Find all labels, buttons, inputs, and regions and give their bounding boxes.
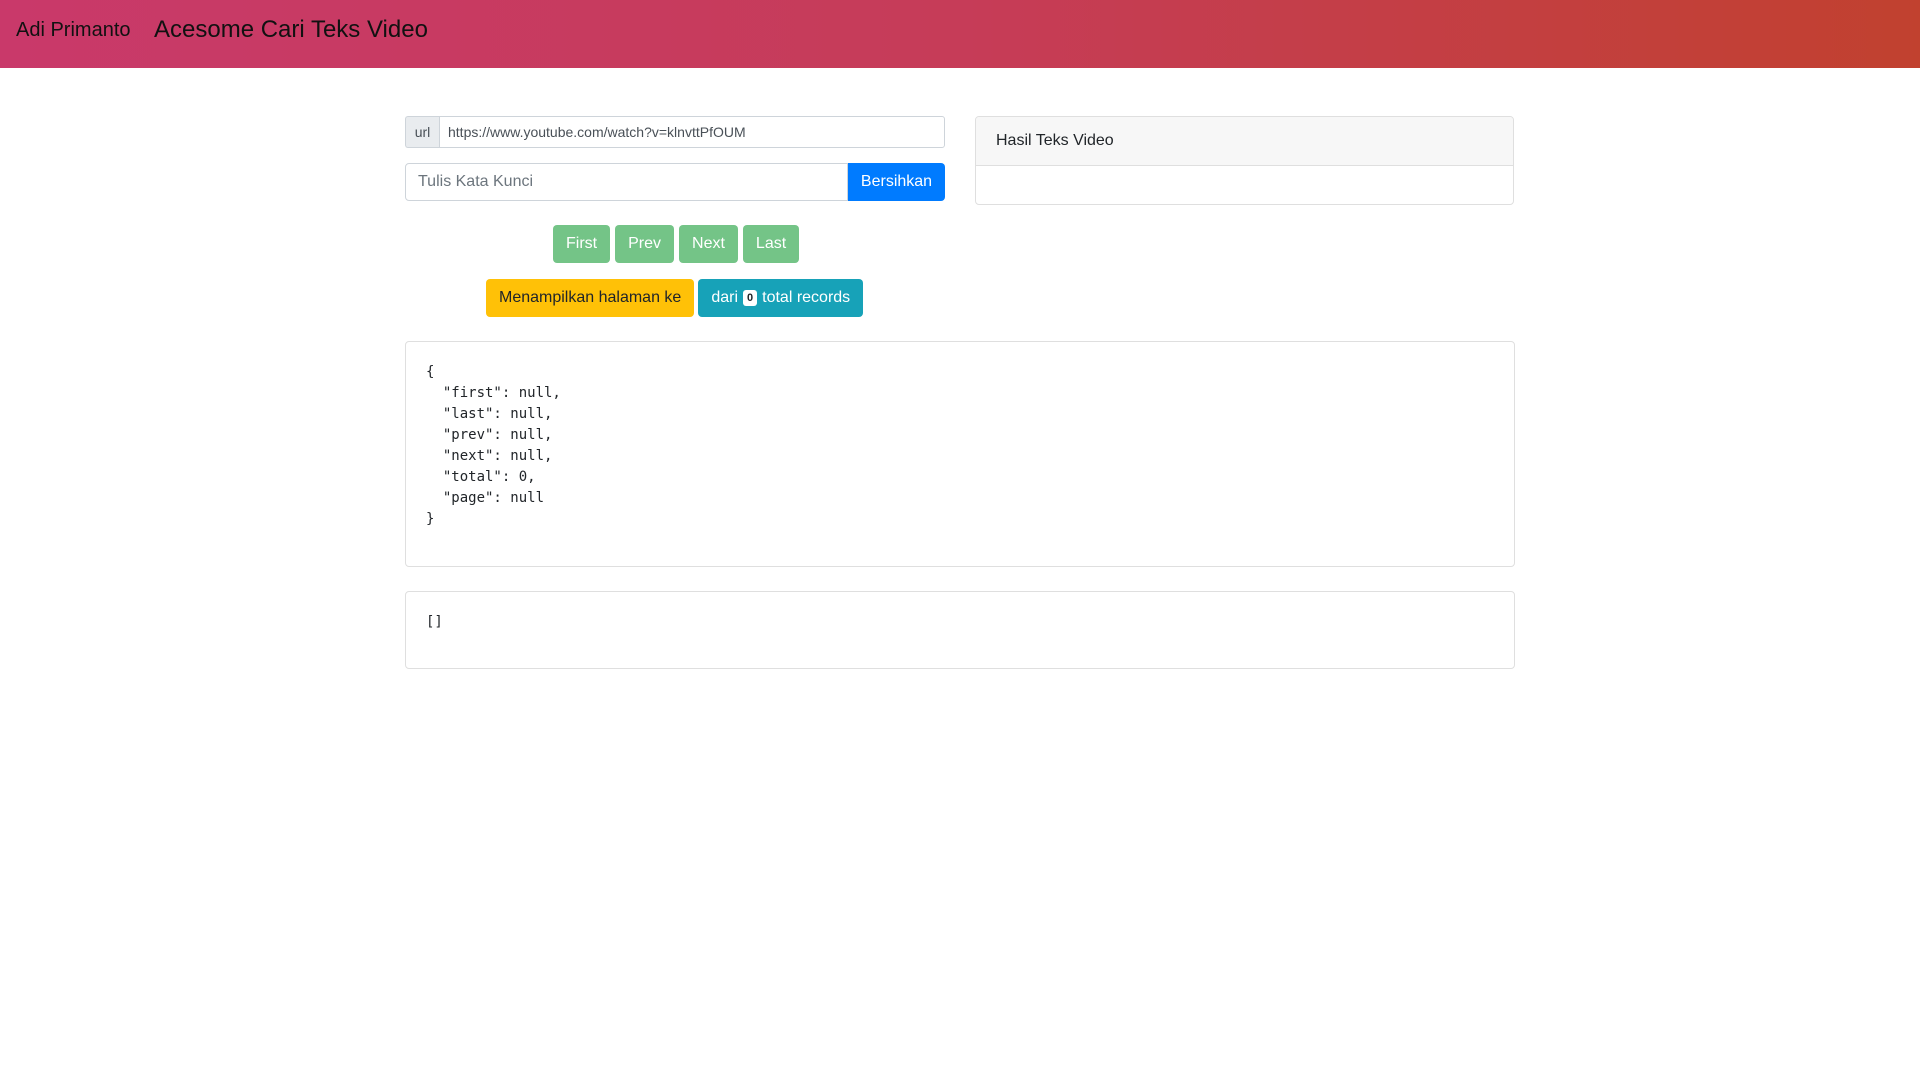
pager-json-output: { "first": null, "last": null, "prev": n… [405,341,1515,567]
results-json-text: [] [426,614,443,630]
navbar: Adi Primanto Acesome Cari Teks Video [0,0,1920,68]
last-page-button[interactable]: Last [742,225,800,263]
keyword-input-group: Bersihkan [405,163,945,201]
page-indicator: Menampilkan halaman ke [486,279,695,317]
url-input[interactable] [439,116,945,148]
page-status: Menampilkan halaman ke dari 0 total reco… [486,279,864,317]
total-count-badge: 0 [743,290,758,306]
pagination: First Prev Next Last [553,225,800,263]
from-label: dari [711,289,739,306]
total-records-indicator: dari 0 total records [698,279,864,317]
first-page-button[interactable]: First [553,225,611,263]
url-input-group: url [405,116,945,148]
results-json-output: [] [405,591,1515,669]
pager-json-text: { "first": null, "last": null, "prev": n… [426,364,561,527]
url-prefix-label: url [405,116,439,148]
keyword-input[interactable] [405,163,848,201]
next-page-button[interactable]: Next [679,225,738,263]
result-card: Hasil Teks Video [975,116,1514,205]
brand-link[interactable]: Adi Primanto [16,18,131,42]
app-title: Acesome Cari Teks Video [154,16,428,43]
prev-page-button[interactable]: Prev [615,225,675,263]
records-label: total records [762,289,851,306]
clear-button[interactable]: Bersihkan [848,163,945,201]
result-card-header: Hasil Teks Video [976,117,1513,166]
